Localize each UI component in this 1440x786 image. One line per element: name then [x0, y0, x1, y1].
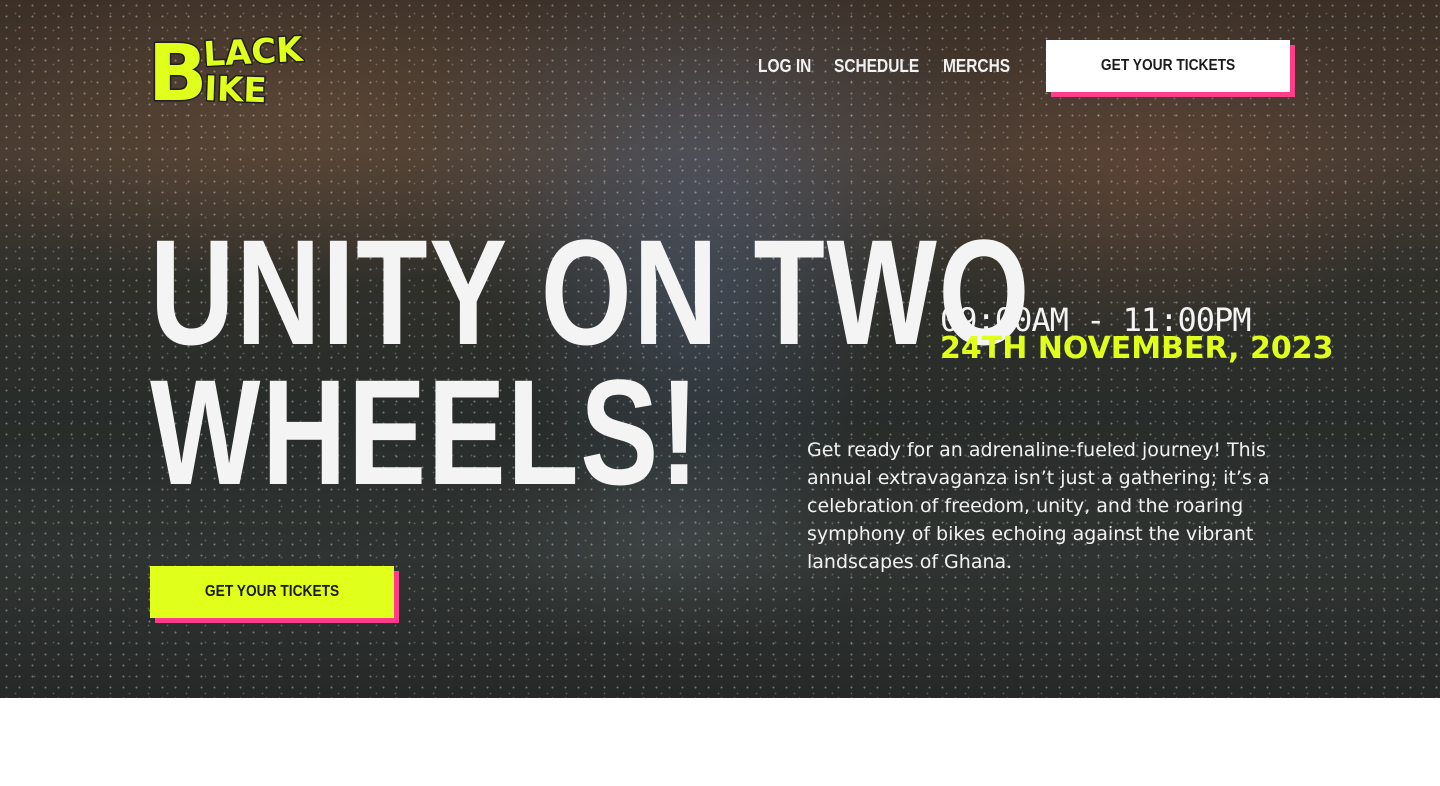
hero-description: Get ready for an adrenaline-fueled journ…: [807, 439, 1270, 573]
hero-section: B LACK IKE LOG IN SCHEDULE MERCHS GET YO…: [0, 0, 1440, 698]
svg-text:LACK: LACK: [202, 30, 305, 75]
hero-get-tickets-label: GET YOUR TICKETS: [204, 583, 340, 600]
black-bike-logo-icon: B LACK IKE: [147, 28, 307, 121]
main-nav: LOG IN SCHEDULE MERCHS: [758, 52, 1021, 80]
hero-headline-line2: WHEELS!: [150, 348, 701, 516]
svg-text:IKE: IKE: [204, 69, 268, 106]
header-get-tickets-button[interactable]: GET YOUR TICKETS: [1046, 40, 1290, 92]
header-get-tickets-label: GET YOUR TICKETS: [1100, 57, 1236, 74]
hero-get-tickets-button[interactable]: GET YOUR TICKETS: [150, 566, 394, 618]
nav-schedule[interactable]: SCHEDULE: [834, 52, 919, 80]
nav-merchs[interactable]: MERCHS: [943, 52, 1010, 80]
event-date: 24TH NOVEMBER, 2023: [940, 331, 1334, 366]
brand-logo[interactable]: B LACK IKE: [146, 26, 312, 121]
hero-headline: UNITY ON TWO WHEELS!: [150, 208, 1032, 516]
hero-headline-line1: UNITY ON TWO: [150, 208, 1032, 376]
nav-log-in[interactable]: LOG IN: [758, 52, 811, 80]
svg-text:B: B: [148, 29, 207, 106]
